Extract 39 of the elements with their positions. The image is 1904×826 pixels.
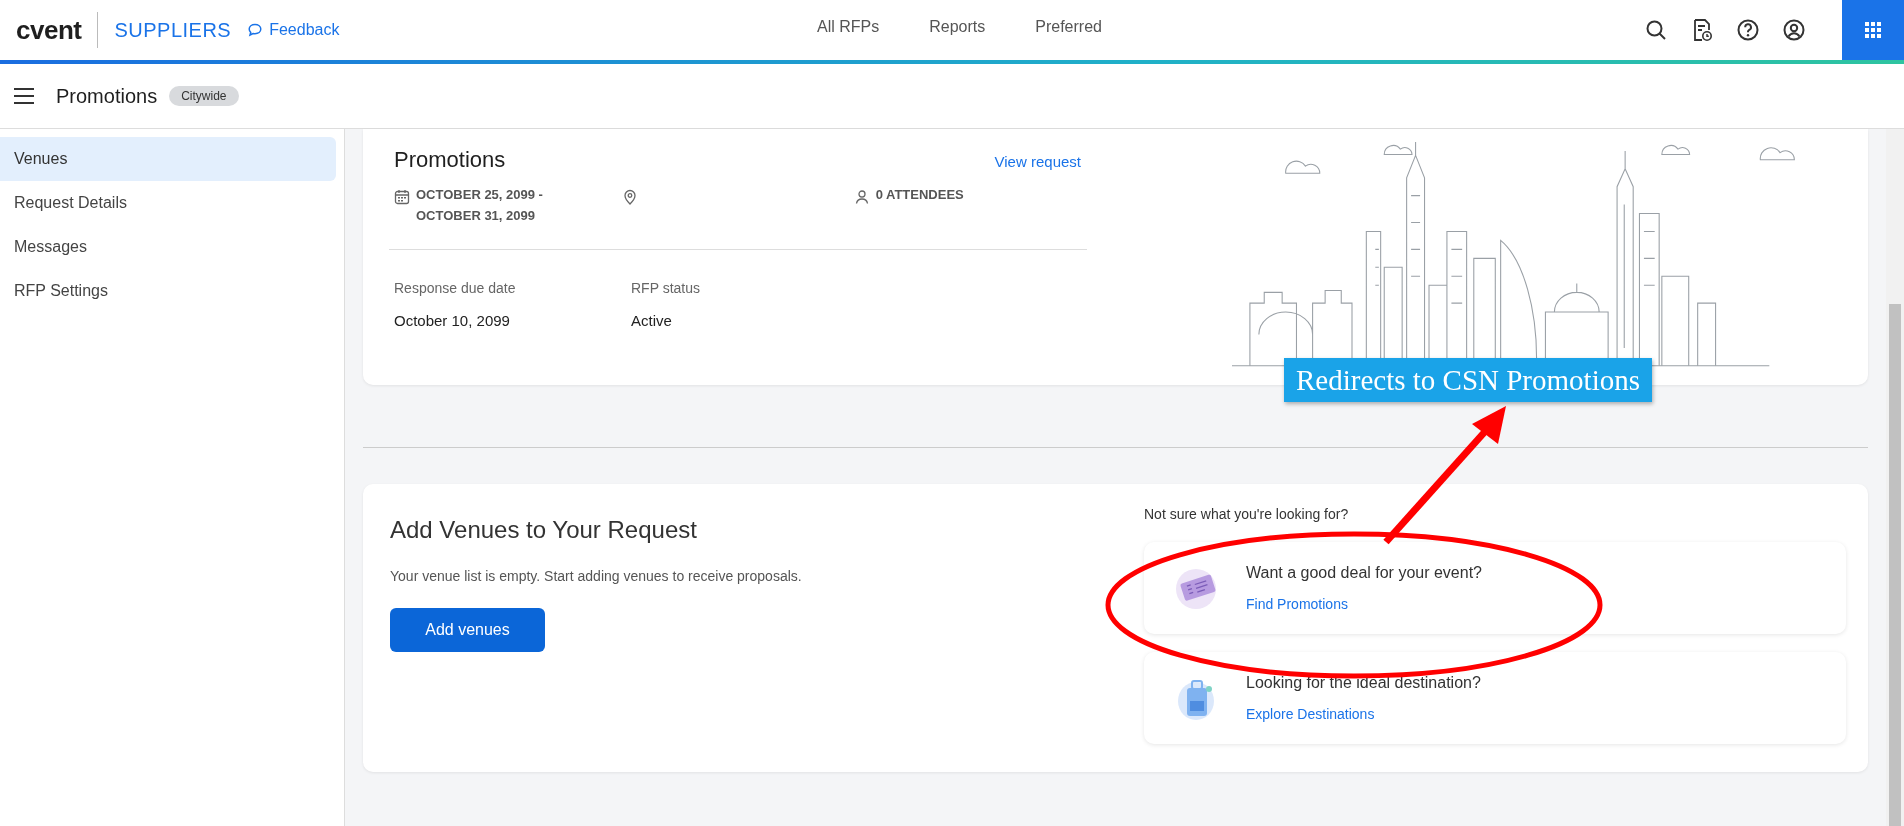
grid-icon (1864, 21, 1882, 39)
callout-label: Redirects to CSN Promotions (1284, 358, 1652, 402)
nav-tab[interactable]: Preferred (1035, 18, 1102, 42)
speech-bubble-icon (247, 22, 264, 38)
section-heading: Add Venues to Your Request (390, 516, 698, 544)
sidebar-item[interactable]: Request Details (0, 181, 336, 225)
field-label: Response due date (394, 280, 517, 296)
user-profile-icon[interactable] (1782, 18, 1806, 42)
feedback-link[interactable]: Feedback (247, 21, 340, 39)
location-pin-icon (622, 189, 639, 205)
nav-tab[interactable]: All RFPs (817, 18, 880, 42)
field-value: October 10, 2099 (394, 312, 511, 329)
logo[interactable]: cvent (16, 14, 82, 46)
category-tag: Citywide (169, 86, 239, 106)
app-grid-button[interactable] (1842, 0, 1904, 60)
view-request-link[interactable]: View request (994, 153, 1081, 170)
help-icon[interactable] (1736, 18, 1760, 42)
suggestion-link[interactable]: Explore Destinations (1246, 706, 1481, 722)
event-date: OCTOBER 25, 2099 - (416, 187, 543, 202)
attendee-count: 0 ATTENDEES (875, 187, 964, 204)
event-date: OCTOBER 31, 2099 (416, 208, 536, 223)
suggestion-title: Want a good deal for your event? (1246, 564, 1482, 582)
sidebar-item[interactable]: Messages (0, 225, 336, 269)
search-icon[interactable] (1644, 18, 1668, 42)
sidebar-item[interactable]: RFP Settings (0, 269, 336, 313)
field-label: RFP status (631, 280, 701, 296)
hint-text: Not sure what you're looking for? (1144, 506, 1350, 522)
scrollbar-thumb[interactable] (1889, 304, 1901, 826)
person-icon (853, 189, 870, 205)
nav-tab[interactable]: Reports (929, 18, 986, 42)
page-title: Promotions (56, 84, 158, 108)
product-name: SUPPLIERS (114, 18, 232, 42)
calendar-icon (394, 189, 410, 205)
sidebar-item[interactable]: Venues (0, 137, 336, 181)
request-title: Promotions (394, 147, 506, 173)
field-value: Active (631, 312, 673, 329)
empty-list-message: Your venue list is empty. Start adding venues to receive proposals. (390, 568, 803, 584)
suggestion-link[interactable]: Find Promotions (1246, 596, 1482, 612)
add-venues-button[interactable]: Add venues (390, 608, 545, 652)
